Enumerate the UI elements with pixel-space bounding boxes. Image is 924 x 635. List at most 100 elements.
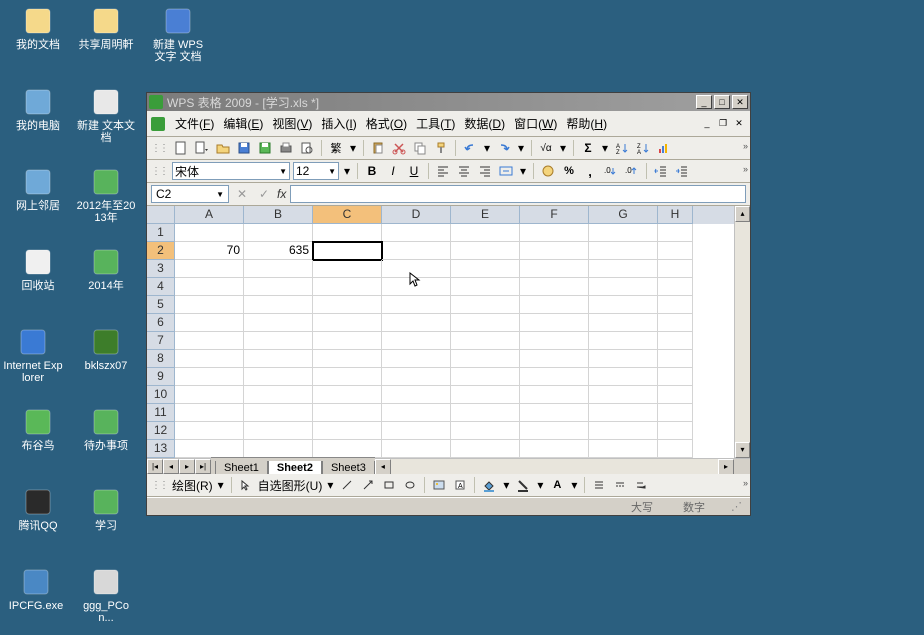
row-header[interactable]: 10 [147,386,175,404]
autoshape-menu[interactable]: 自选图形(U) [258,477,323,494]
menu-item[interactable]: 文件(F) [171,113,218,134]
cell[interactable] [175,224,244,242]
cell[interactable] [175,386,244,404]
cell[interactable] [313,440,382,458]
size-dd[interactable]: ▾ [342,162,352,180]
cell[interactable] [451,296,520,314]
desktop-icon[interactable]: 2014年 [76,246,136,292]
cell[interactable] [313,260,382,278]
image-tool[interactable] [430,476,448,494]
cell[interactable] [175,422,244,440]
fill-color[interactable] [480,476,498,494]
cell[interactable] [658,386,693,404]
line-tool[interactable] [338,476,356,494]
desktop-icon[interactable]: 共享周明軒 [76,5,136,51]
desktop-icon[interactable]: IPCFG.exe [6,566,66,612]
cell[interactable] [244,296,313,314]
scroll-right[interactable]: ▸ [718,459,734,475]
row-header[interactable]: 13 [147,440,175,458]
desktop-icon[interactable]: bklszx07 [76,326,136,372]
new-button[interactable] [172,139,190,157]
eq-dd[interactable]: ▾ [558,139,568,157]
cell[interactable] [382,278,451,296]
cell[interactable] [520,368,589,386]
cell[interactable] [520,440,589,458]
col-header[interactable]: H [658,206,693,224]
paste-button[interactable] [369,139,387,157]
row-header[interactable]: 5 [147,296,175,314]
row-header[interactable]: 6 [147,314,175,332]
mdi-minimize[interactable]: _ [700,118,714,130]
cell[interactable] [520,332,589,350]
line-dd[interactable]: ▾ [535,476,545,494]
font-size-combo[interactable]: 12▼ [293,162,339,180]
cut-button[interactable] [390,139,408,157]
cell[interactable] [589,404,658,422]
menu-item[interactable]: 工具(T) [412,113,459,134]
col-header[interactable]: B [244,206,313,224]
align-left[interactable] [434,162,452,180]
copy-button[interactable] [411,139,429,157]
cell[interactable] [658,440,693,458]
cell[interactable] [313,422,382,440]
cell[interactable] [382,350,451,368]
prev-sheet[interactable]: ◂ [163,459,179,474]
fontcolor-dd[interactable]: ▾ [569,476,579,494]
sort-desc[interactable]: ZA [634,139,652,157]
name-box[interactable]: C2▼ [151,185,229,203]
cell[interactable] [175,350,244,368]
menu-item[interactable]: 帮助(H) [562,113,611,134]
cell[interactable] [175,314,244,332]
desktop-icon[interactable]: 回收站 [8,246,68,292]
cell[interactable] [658,368,693,386]
cell[interactable] [658,278,693,296]
desktop-icon[interactable]: 腾讯QQ [8,486,68,532]
undo-dd[interactable]: ▾ [482,139,492,157]
scroll-left[interactable]: ◂ [375,459,391,475]
cell[interactable] [658,224,693,242]
maximize-button[interactable]: □ [714,95,730,109]
row-header[interactable]: 12 [147,422,175,440]
cell[interactable] [451,278,520,296]
cell[interactable] [313,278,382,296]
cell[interactable] [382,224,451,242]
cell[interactable] [313,386,382,404]
cell[interactable] [451,404,520,422]
arrow-tool[interactable] [359,476,377,494]
cell[interactable] [313,224,382,242]
col-header[interactable]: E [451,206,520,224]
row-header[interactable]: 3 [147,260,175,278]
cell[interactable] [520,278,589,296]
cell[interactable] [175,404,244,422]
draw-dd[interactable]: ▾ [216,476,226,494]
sum-button[interactable]: Σ [579,139,597,157]
save-button[interactable] [235,139,253,157]
cell[interactable] [382,314,451,332]
select-all[interactable] [147,206,175,224]
desktop-icon[interactable]: 2012年至2013年 [76,166,136,224]
cell[interactable] [244,368,313,386]
row-header[interactable]: 2 [147,242,175,260]
fx-icon[interactable]: fx [277,187,286,201]
sum-dd[interactable]: ▾ [600,139,610,157]
col-header[interactable]: D [382,206,451,224]
cell[interactable] [520,422,589,440]
merge-cells[interactable] [497,162,515,180]
align-right[interactable] [476,162,494,180]
row-header[interactable]: 9 [147,368,175,386]
menu-item[interactable]: 视图(V) [268,113,316,134]
cell[interactable] [451,260,520,278]
cell[interactable] [658,296,693,314]
currency-button[interactable] [539,162,557,180]
inc-indent[interactable] [673,162,691,180]
line-weight[interactable] [590,476,608,494]
cell[interactable] [589,242,658,260]
row-header[interactable]: 1 [147,224,175,242]
cell[interactable] [451,350,520,368]
cell[interactable] [520,350,589,368]
cell[interactable] [589,278,658,296]
desktop-icon[interactable]: Internet Explorer [3,326,63,384]
line-style[interactable] [611,476,629,494]
cells[interactable]: 70635 [175,224,693,458]
arrow-style[interactable] [632,476,650,494]
